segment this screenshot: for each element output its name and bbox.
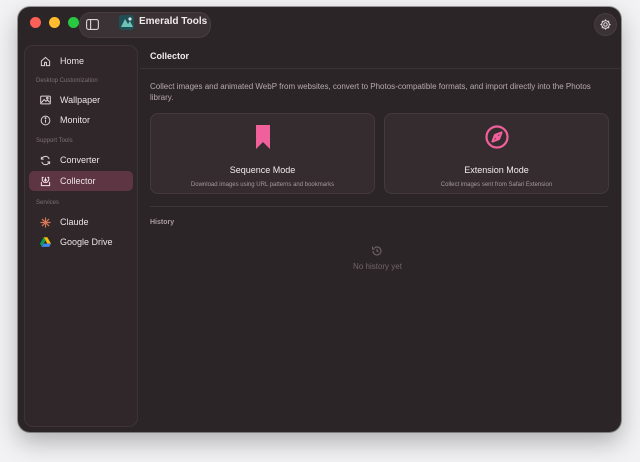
card-title: Extension Mode [464,165,529,175]
card-description: Download images using URL patterns and b… [190,182,335,188]
close-window-button[interactable] [30,17,41,28]
sequence-mode-card[interactable]: Sequence Mode Download images using URL … [150,113,375,194]
google-drive-icon [38,235,52,249]
page-title: Collector [150,51,190,61]
sidebar-item-home[interactable]: Home [29,51,133,71]
sidebar-item-label: Home [60,56,85,66]
sidebar-item-wallpaper[interactable]: Wallpaper [29,90,133,110]
sidebar-item-google-drive[interactable]: Google Drive [29,232,133,252]
info-icon [38,113,52,127]
sidebar-item-collector[interactable]: Collector [29,171,133,191]
section-title-desktop-customization: Desktop Customization [36,78,98,84]
header-divider [140,68,621,69]
sidebar-item-label: Claude [60,217,89,227]
sidebar-item-label: Converter [60,155,100,165]
sidebar-item-label: Wallpaper [60,95,101,105]
bookmark-icon [151,124,374,150]
card-description: Collect images sent from Safari Extensio… [440,182,553,188]
app-icon [119,15,134,30]
sidebar-item-label: Collector [60,176,96,186]
extension-mode-card[interactable]: Extension Mode Collect images sent from … [384,113,609,194]
convert-arrows-icon [38,153,52,167]
sidebar-toggle-icon[interactable] [84,16,100,32]
section-title-support-tools: Support Tools [36,138,73,144]
history-heading: History [150,219,175,226]
section-title-services: Services [36,200,60,206]
zoom-window-button[interactable] [68,17,79,28]
sidebar-item-converter[interactable]: Converter [29,150,133,170]
card-title: Sequence Mode [229,165,296,175]
empty-history-text: No history yet [353,262,402,271]
minimize-window-button[interactable] [49,17,60,28]
section-divider [150,206,608,207]
gear-icon[interactable] [594,13,617,36]
sidebar-item-monitor[interactable]: Monitor [29,110,133,130]
sidebar-item-label: Monitor [60,115,91,125]
app-title: Emerald Tools [139,16,208,27]
home-icon [38,54,52,68]
image-icon [38,93,52,107]
history-clock-icon [371,245,383,257]
claude-sparkle-icon [38,215,52,229]
sidebar-item-claude[interactable]: Claude [29,212,133,232]
page-description: Collect images and animated WebP from we… [150,82,591,102]
traffic-lights [30,17,79,28]
app-window: Emerald Tools Home Desktop Customization… [18,7,621,432]
download-tray-icon [38,174,52,188]
sidebar: Home Desktop Customization Wallpaper Mon… [24,45,138,427]
compass-icon [385,124,608,150]
sidebar-item-label: Google Drive [60,237,113,247]
